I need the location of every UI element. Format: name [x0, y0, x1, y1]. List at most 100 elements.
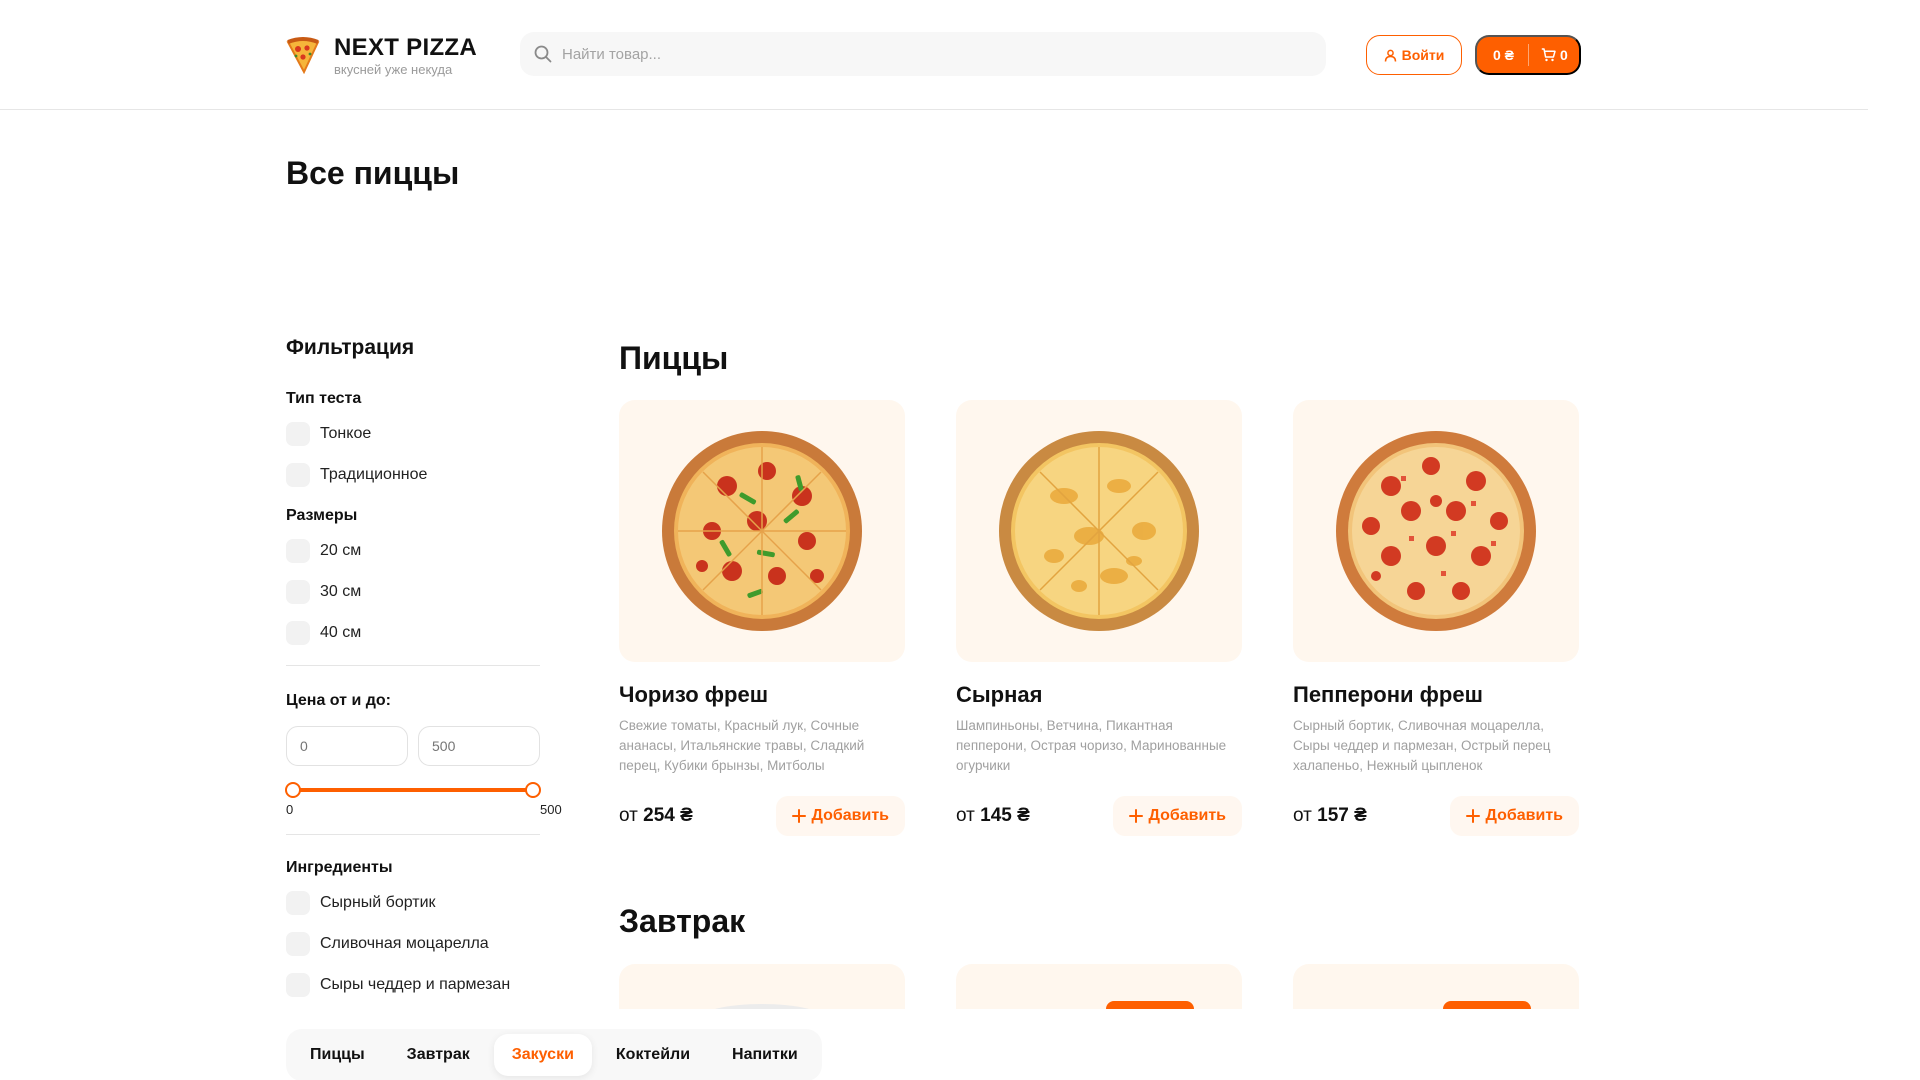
price-value: 157 ₴	[1317, 805, 1367, 826]
price-prefix: от	[956, 805, 975, 826]
product-description: Шампиньоны, Ветчина, Пикантная пепперони…	[956, 718, 1227, 773]
checkbox[interactable]	[286, 580, 310, 604]
product-image[interactable]	[1293, 400, 1579, 662]
search-input[interactable]	[562, 45, 1302, 63]
product-card[interactable]: Пепперони фреш Сырный бортик, Сливочная …	[1293, 400, 1579, 836]
logo-title: NEXT PIZZA	[334, 34, 478, 61]
user-icon	[1384, 49, 1396, 62]
ingredients-filter-title: Ингредиенты	[286, 859, 393, 876]
checkbox-label: Сырный бортик	[320, 894, 436, 911]
product-card[interactable]: Сырная Шампиньоны, Ветчина, Пикантная пе…	[956, 400, 1242, 836]
divider	[286, 834, 540, 835]
slider-min-label: 0	[286, 802, 294, 817]
logo[interactable]: NEXT PIZZA вкусней уже некуда	[286, 34, 477, 78]
price-inputs	[286, 726, 542, 766]
ingredient-option[interactable]: Сливочная моцарелла	[286, 932, 542, 956]
product-badge	[1106, 1001, 1194, 1009]
cart-count-wrap: 0	[1529, 47, 1568, 63]
size-option-40[interactable]: 40 см	[286, 621, 542, 645]
product-name[interactable]: Чоризо фреш	[619, 682, 905, 708]
category-cocktails[interactable]: Коктейли	[598, 1034, 708, 1076]
checkbox[interactable]	[286, 932, 310, 956]
price-prefix: от	[619, 805, 638, 826]
slider-labels: 0 500	[286, 800, 562, 818]
checkbox[interactable]	[286, 973, 310, 997]
checkbox-label: 20 см	[320, 542, 362, 559]
dough-filter-title: Тип теста	[286, 390, 362, 407]
size-option-30[interactable]: 30 см	[286, 580, 542, 604]
product-image[interactable]	[619, 400, 905, 662]
page-title: Все пиццы	[286, 155, 460, 191]
product-description: Свежие томаты, Красный лук, Сочные анана…	[619, 718, 865, 773]
size-option-20[interactable]: 20 см	[286, 539, 542, 563]
checkbox[interactable]	[286, 463, 310, 487]
pizza-logo-icon	[286, 37, 320, 74]
pizza-cheese-image	[999, 431, 1199, 631]
search-bar[interactable]	[520, 32, 1326, 76]
checkbox-label: Сливочная моцарелла	[320, 935, 489, 952]
ingredient-option[interactable]: Сырный бортик	[286, 891, 542, 915]
add-label: Добавить	[1485, 807, 1564, 824]
price-prefix: от	[1293, 805, 1312, 826]
cart-icon	[1541, 48, 1556, 62]
category-snacks[interactable]: Закуски	[493, 1034, 592, 1076]
cart-count: 0	[1560, 47, 1568, 63]
ingredient-option[interactable]: Сыры чеддер и пармезан	[286, 973, 542, 997]
plus-icon	[791, 809, 806, 823]
category-breakfast[interactable]: Завтрак	[389, 1034, 488, 1076]
checkbox-label: Сыры чеддер и пармезан	[320, 976, 511, 993]
price-to-input[interactable]	[418, 726, 540, 766]
header: NEXT PIZZA вкусней уже некуда Войти 0 ₴ …	[0, 0, 1868, 110]
checkbox[interactable]	[286, 539, 310, 563]
product-price: от 145 ₴	[956, 805, 1030, 827]
search-icon	[534, 45, 552, 63]
product-card[interactable]: Чоризо фреш Свежие томаты, Красный лук, …	[619, 400, 905, 836]
sizes-filter-title: Размеры	[286, 507, 358, 524]
cart-sum: 0 ₴	[1477, 44, 1530, 66]
checkbox-label: Традиционное	[320, 466, 428, 483]
pizza-pepperoni-image	[1336, 431, 1536, 631]
price-range-slider[interactable]	[285, 780, 541, 800]
product-name[interactable]: Пепперони фреш	[1293, 682, 1579, 708]
slider-max-label: 500	[540, 802, 562, 817]
dough-option-traditional[interactable]: Традиционное	[286, 463, 542, 487]
product-image[interactable]	[956, 400, 1242, 662]
filters-panel: Фильтрация Тип теста Тонкое Традиционное…	[285, 336, 562, 1014]
section-title-pizzas: Пиццы	[619, 340, 729, 376]
add-to-cart-button[interactable]: Добавить	[775, 796, 905, 836]
product-price: от 254 ₴	[619, 805, 693, 827]
price-value: 145 ₴	[980, 805, 1030, 826]
product-card-partial[interactable]	[619, 964, 905, 1009]
product-footer: от 254 ₴ Добавить	[619, 796, 905, 836]
logo-subtitle: вкусней уже некуда	[334, 62, 453, 77]
product-price: от 157 ₴	[1293, 805, 1367, 827]
price-value: 254 ₴	[643, 805, 693, 826]
add-label: Добавить	[1148, 807, 1227, 824]
checkbox[interactable]	[286, 891, 310, 915]
cart-button[interactable]: 0 ₴ 0	[1475, 35, 1581, 75]
category-drinks[interactable]: Напитки	[714, 1034, 816, 1076]
pizza-chorizo-image	[662, 431, 862, 631]
product-card-partial[interactable]	[956, 964, 1242, 1009]
slider-thumb-min[interactable]	[285, 782, 301, 798]
category-pizzas[interactable]: Пиццы	[292, 1034, 383, 1076]
product-footer: от 145 ₴ Добавить	[956, 796, 1242, 836]
filters-title: Фильтрация	[286, 336, 415, 359]
price-from-input[interactable]	[286, 726, 408, 766]
dough-option-thin[interactable]: Тонкое	[286, 422, 542, 446]
divider	[286, 665, 540, 666]
product-image-partial	[699, 1004, 825, 1009]
price-filter-title: Цена от и до:	[286, 692, 391, 709]
checkbox[interactable]	[286, 621, 310, 645]
product-badge	[1443, 1001, 1531, 1009]
product-description: Сырный бортик, Сливочная моцарелла, Сыры…	[1293, 718, 1551, 773]
product-name[interactable]: Сырная	[956, 682, 1242, 708]
checkbox[interactable]	[286, 422, 310, 446]
checkbox-label: Тонкое	[320, 425, 372, 442]
login-button[interactable]: Войти	[1366, 35, 1462, 75]
checkbox-label: 40 см	[320, 624, 362, 641]
add-to-cart-button[interactable]: Добавить	[1112, 796, 1242, 836]
slider-thumb-max[interactable]	[525, 782, 541, 798]
product-card-partial[interactable]	[1293, 964, 1579, 1009]
add-to-cart-button[interactable]: Добавить	[1449, 796, 1579, 836]
